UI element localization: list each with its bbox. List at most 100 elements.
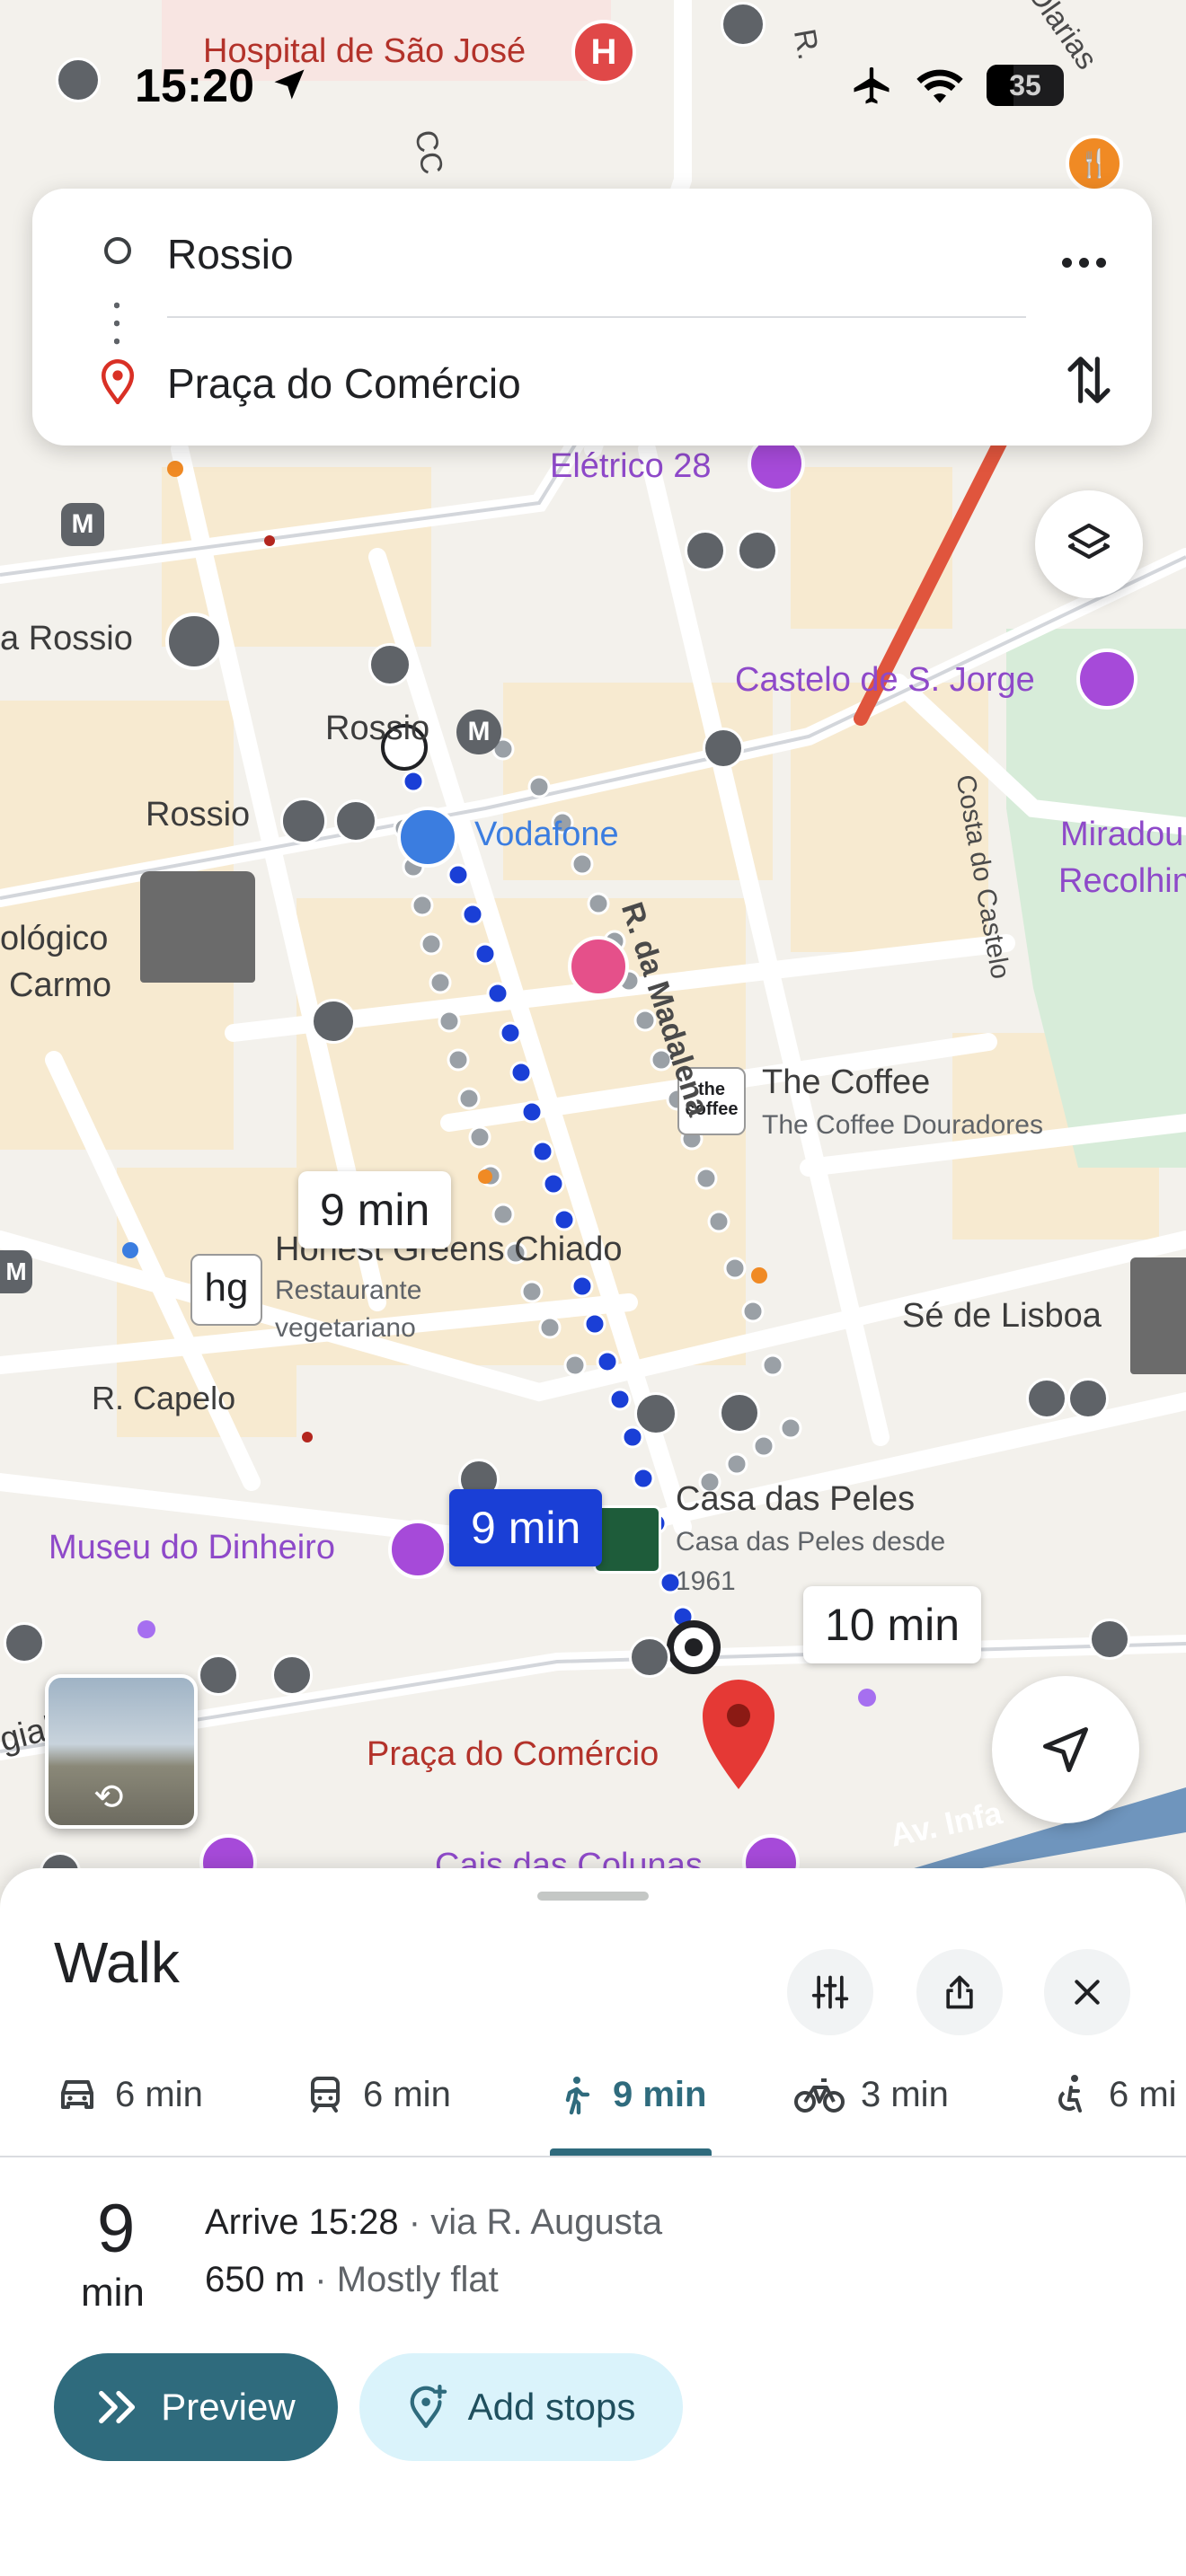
map-label-castelo[interactable]: Castelo de S. Jorge <box>735 661 1035 700</box>
arrive-line: Arrive 15:28 · via R. Augusta <box>205 2202 662 2243</box>
directions-card: Rossio Praça do Comércio <box>32 189 1152 446</box>
transit-icon <box>311 2077 340 2113</box>
close-button[interactable] <box>1044 1949 1130 2035</box>
map-label-honest-sub2: vegetariano <box>275 1313 416 1343</box>
share-icon <box>946 1975 973 2009</box>
bus-stop-icon[interactable] <box>685 530 726 571</box>
airplane-icon <box>854 66 890 104</box>
tab-accessible-label: 6 mi <box>1109 2074 1177 2114</box>
bus-stop-icon[interactable] <box>719 1392 760 1434</box>
tab-drive-label: 6 min <box>115 2074 203 2114</box>
walk-icon <box>565 2077 590 2115</box>
origin-dot-icon <box>104 237 131 264</box>
arrive-time: Arrive 15:28 <box>205 2202 399 2242</box>
museum-poi-icon[interactable] <box>388 1520 447 1579</box>
map-label-honest-sub1: Restaurante <box>275 1275 422 1305</box>
status-time: 15:20 <box>135 60 254 112</box>
route-options-button[interactable] <box>787 1949 873 2035</box>
map-label-vodafone[interactable]: Vodafone <box>474 816 619 854</box>
carmo-landmark-icon[interactable] <box>140 871 255 983</box>
bus-stop-icon[interactable] <box>1089 1619 1130 1660</box>
bus-stop-icon[interactable] <box>1067 1378 1109 1419</box>
terrain-value: · Mostly flat <box>305 2260 499 2299</box>
more-dots-icon <box>1061 257 1072 268</box>
swap-icon[interactable] <box>1064 350 1114 410</box>
se-landmark-icon[interactable] <box>1130 1257 1186 1374</box>
close-icon <box>1075 1980 1100 2005</box>
tab-walk-indicator <box>550 2148 712 2156</box>
duration-number: 9 <box>97 2191 136 2267</box>
distance-line: 650 m · Mostly flat <box>205 2260 499 2300</box>
bus-stop-icon[interactable] <box>280 798 327 844</box>
map-label-recolhimento[interactable]: Recolhin <box>1058 862 1186 901</box>
hotel-poi-icon[interactable] <box>568 936 629 997</box>
bus-stop-icon[interactable] <box>703 728 744 769</box>
route-time-selected[interactable]: 9 min <box>449 1489 603 1566</box>
tabs-divider <box>0 2156 1186 2157</box>
casa-peles-logo-icon[interactable] <box>593 1505 661 1574</box>
tab-bike-label: 3 min <box>861 2074 949 2114</box>
map-label-miradouro[interactable]: Miradou <box>1060 816 1183 854</box>
bus-stop-icon[interactable] <box>165 613 223 670</box>
rotate-360-icon: ⟲ <box>93 1778 124 1817</box>
street-view-thumbnail[interactable]: ⟲ <box>45 1674 198 1829</box>
map-label-coffee[interactable]: The Coffee <box>762 1063 930 1102</box>
metro-icon[interactable]: M <box>456 710 501 754</box>
tab-walk-label: 9 min <box>613 2074 707 2114</box>
bus-stop-icon[interactable] <box>737 530 778 571</box>
car-icon <box>61 2080 93 2109</box>
map-label-casa-sub2: 1961 <box>676 1566 736 1596</box>
metro-icon-edge[interactable]: M <box>0 1250 32 1293</box>
tab-accessible[interactable]: 6 mi <box>1049 2059 1177 2130</box>
distance-value: 650 m <box>205 2260 305 2299</box>
sheet-title: Walk <box>54 1930 180 1995</box>
preview-label: Preview <box>161 2386 296 2428</box>
destination-input[interactable]: Praça do Comércio <box>167 359 521 408</box>
map-label-rossio-left[interactable]: a Rossio <box>0 620 133 658</box>
bus-stop-icon[interactable] <box>1026 1378 1067 1419</box>
bus-stop-icon[interactable] <box>368 643 412 686</box>
bus-stop-icon[interactable] <box>198 1654 239 1696</box>
bus-stop-icon[interactable] <box>271 1654 313 1696</box>
my-location-button[interactable] <box>992 1676 1139 1823</box>
add-location-icon <box>410 2385 447 2429</box>
tab-walk[interactable]: 9 min <box>553 2059 706 2130</box>
metro-icon-left[interactable]: M <box>61 503 104 546</box>
map-label-rossio-top[interactable]: Rossio <box>325 710 429 748</box>
sheet-drag-handle[interactable] <box>537 1892 649 1901</box>
more-options-button[interactable] <box>1048 235 1120 289</box>
bus-stop-icon[interactable] <box>334 799 377 842</box>
route-time-alt-left[interactable]: 9 min <box>298 1171 452 1248</box>
shopping-poi-icon[interactable] <box>397 807 458 868</box>
route-time-alt-right[interactable]: 10 min <box>803 1586 982 1663</box>
map-label-casa[interactable]: Casa das Peles <box>676 1480 915 1519</box>
tab-drive[interactable]: 6 min <box>56 2059 203 2130</box>
bus-stop-icon[interactable] <box>634 1392 677 1435</box>
tab-transit[interactable]: 6 min <box>304 2059 451 2130</box>
map-label-museu[interactable]: Museu do Dinheiro <box>49 1529 335 1567</box>
preview-button[interactable]: Preview <box>54 2353 338 2461</box>
status-bar: 15:20 35 <box>0 0 1186 162</box>
castle-poi-icon[interactable] <box>1076 648 1137 710</box>
bus-stop-icon[interactable] <box>4 1622 45 1663</box>
map-label-casa-sub1: Casa das Peles desde <box>676 1527 946 1557</box>
layers-button[interactable] <box>1035 490 1143 598</box>
map-label-coffee-sub: The Coffee Douradores <box>762 1110 1043 1140</box>
map-label-ologico[interactable]: ológico <box>0 920 108 958</box>
honest-greens-logo-icon[interactable]: hg <box>190 1254 262 1326</box>
map-label-se[interactable]: Sé de Lisboa <box>902 1297 1102 1336</box>
add-stops-button[interactable]: Add stops <box>359 2353 683 2461</box>
bus-stop-icon[interactable] <box>629 1636 670 1678</box>
double-chevron-icon <box>99 2390 136 2424</box>
map-label-carmo[interactable]: Carmo <box>9 966 111 1005</box>
map-label-eletrico[interactable]: Elétrico 28 <box>550 447 712 486</box>
origin-input[interactable]: Rossio <box>167 230 294 278</box>
battery-icon: 35 <box>987 65 1064 106</box>
share-button[interactable] <box>916 1949 1003 2035</box>
tab-bike[interactable]: 3 min <box>794 2059 949 2130</box>
bus-stop-icon[interactable] <box>311 999 356 1044</box>
map-label-praca[interactable]: Praça do Comércio <box>367 1735 659 1774</box>
add-stops-label: Add stops <box>467 2386 636 2428</box>
map-label-rossio-station[interactable]: Rossio <box>146 796 250 834</box>
tab-transit-label: 6 min <box>363 2074 451 2114</box>
